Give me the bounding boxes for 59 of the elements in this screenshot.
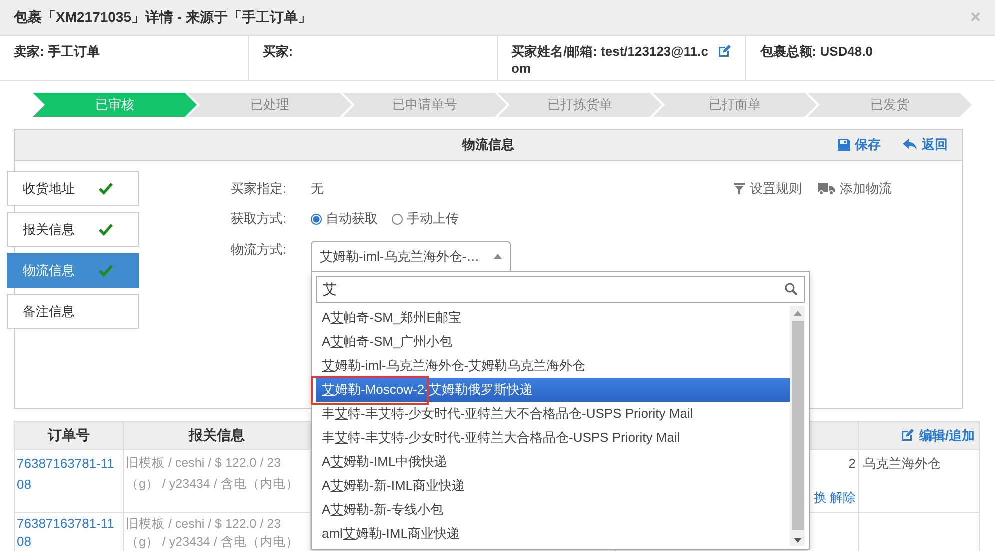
progress-step: 已打拣货单 bbox=[498, 93, 662, 117]
scrollbar-thumb[interactable] bbox=[792, 321, 804, 530]
sidebar-tab[interactable]: 报关信息 bbox=[7, 212, 139, 247]
dropdown-option[interactable]: 丰艾特-丰艾特-少女时代-亚特兰大不合格品仓-USPS Priority Mail bbox=[316, 402, 790, 426]
field-label: 获取方式: bbox=[231, 210, 288, 228]
edit-icon bbox=[901, 429, 914, 442]
dropdown-option[interactable]: A艾帕奇-SM_郑州E邮宝 bbox=[316, 306, 790, 330]
progress-step: 已打面单 bbox=[653, 93, 817, 117]
scroll-down-icon bbox=[794, 538, 802, 543]
dropdown-option[interactable]: 丰艾特-丰艾特-少女时代-亚特兰大合格品仓-USPS Priority Mail bbox=[316, 426, 790, 450]
progress-step: 已审核 bbox=[33, 93, 197, 117]
edit-add-button[interactable]: 编辑/追加 bbox=[901, 426, 975, 444]
panel-title: 物流信息 bbox=[462, 136, 514, 154]
table-link[interactable]: 解除 bbox=[830, 487, 856, 508]
dropdown-option[interactable]: A艾帕奇-SM_广州小包 bbox=[316, 330, 790, 354]
set-rules-button[interactable]: 设置规则 bbox=[734, 180, 802, 198]
column-header: 报关信息 bbox=[124, 422, 311, 449]
radio-option[interactable]: 自动获取 bbox=[311, 210, 378, 228]
info-text: 买家姓名/邮箱: test/123123@11.com bbox=[512, 43, 710, 77]
sidebar-tab[interactable]: 备注信息 bbox=[7, 294, 139, 329]
order-link[interactable]: 76387163781-1108 bbox=[17, 515, 121, 551]
customs-info: 旧模板 / ceshi / $ 122.0 / 23（g） / y23434 / 含电（内电） bbox=[126, 516, 300, 551]
sidebar-tab[interactable]: 物流信息 bbox=[7, 253, 139, 288]
customs-info: 旧模板 / ceshi / $ 122.0 / 23（g） / y23434 / 含电（内电） bbox=[126, 455, 300, 493]
progress-step: 已申请单号 bbox=[343, 93, 507, 117]
info-text: 卖家: 手工订单 bbox=[14, 43, 100, 60]
caret-up-icon bbox=[494, 254, 502, 259]
field-value: 无 bbox=[311, 180, 324, 198]
save-button[interactable]: 保存 bbox=[838, 136, 881, 154]
order-link[interactable]: 76387163781-1108 bbox=[17, 453, 121, 495]
dialog-title: 包裹「XM2171035」详情 - 来源于「手工订单」 bbox=[14, 8, 312, 26]
table-link[interactable]: 换 bbox=[814, 487, 827, 508]
save-icon bbox=[838, 139, 850, 151]
filter-icon bbox=[734, 183, 745, 195]
cell-text: 2 bbox=[848, 455, 856, 473]
info-text: 包裹总额: USD48.0 bbox=[760, 43, 873, 60]
scroll-up-icon bbox=[794, 311, 802, 316]
field-label: 买家指定: bbox=[231, 180, 288, 198]
dropdown-option[interactable]: A艾姆勒-新-专线小包 bbox=[316, 498, 790, 522]
sidebar-tab[interactable]: 收货地址 bbox=[7, 171, 139, 206]
field-label: 物流方式: bbox=[231, 241, 288, 259]
search-field[interactable]: 艾 bbox=[316, 276, 805, 303]
add-shipping-button[interactable]: 添加物流 bbox=[818, 180, 892, 198]
search-icon bbox=[785, 283, 798, 296]
dropdown-option[interactable]: 艾姆勒-iml-乌克兰海外仓-艾姆勒乌克兰海外仓 bbox=[316, 354, 790, 378]
progress-step: 已发货 bbox=[808, 93, 972, 117]
cell-text: 乌克兰海外仓 bbox=[863, 456, 941, 471]
info-text: 买家: bbox=[262, 43, 294, 60]
column-header: 订单号 bbox=[15, 422, 124, 449]
scrollbar[interactable] bbox=[790, 306, 805, 546]
progress-step: 已处理 bbox=[188, 93, 352, 117]
radio-option[interactable]: 手动上传 bbox=[392, 210, 459, 228]
dropdown-option[interactable]: aml艾姆勒-IML商业快递 bbox=[316, 522, 790, 546]
back-button[interactable]: 返回 bbox=[903, 136, 948, 154]
shipping-select[interactable]: 艾姆勒-iml-乌克兰海外仓-… bbox=[311, 241, 511, 271]
dropdown-option[interactable]: A艾姆勒-新-IML商业快递 bbox=[316, 474, 790, 498]
dropdown-option[interactable]: A艾姆勒-IML中俄快递 bbox=[316, 450, 790, 474]
truck-icon bbox=[818, 183, 835, 195]
reply-arrow-icon bbox=[903, 139, 917, 151]
